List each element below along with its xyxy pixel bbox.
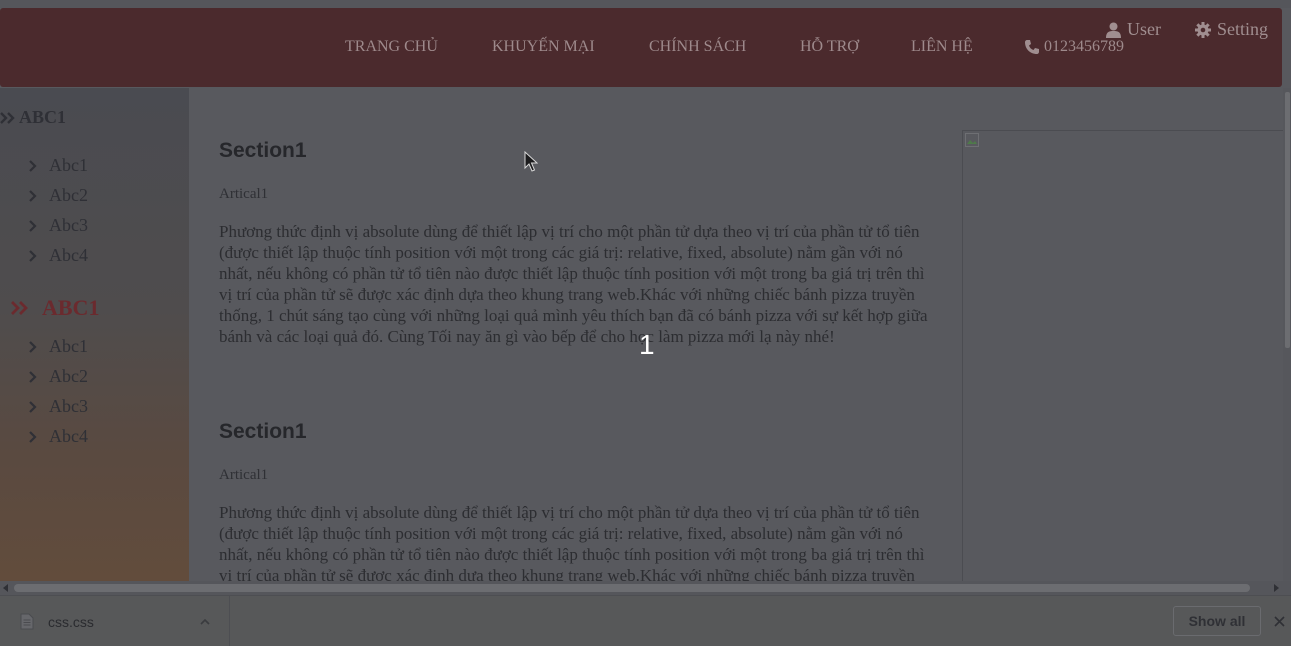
sidebar-item[interactable]: Abc3 (29, 215, 88, 236)
vertical-scrollbar-thumb[interactable] (1285, 92, 1290, 348)
nav-phone[interactable]: 0123456789 (1024, 38, 1124, 56)
right-aside (962, 130, 1283, 581)
chevron-right-icon (29, 340, 37, 353)
show-all-button[interactable]: Show all (1173, 606, 1261, 636)
section-title: Section1 (219, 139, 307, 162)
article-title: Artical1 (219, 186, 269, 202)
section-title: Section1 (219, 420, 307, 443)
chevron-right-icon (29, 159, 37, 172)
sidebar-item[interactable]: Abc4 (29, 426, 88, 447)
nav-lien-he[interactable]: LIÊN HỆ (911, 38, 973, 56)
site-header: TRANG CHỦ KHUYẾN MẠI CHÍNH SÁCH HỖ TRỢ L… (0, 8, 1282, 87)
sidebar-item[interactable]: Abc3 (29, 396, 88, 417)
horizontal-scrollbar-thumb[interactable] (14, 584, 1250, 592)
nav-khuyen-mai[interactable]: KHUYẾN MẠI (492, 38, 595, 56)
chevron-right-icon (29, 400, 37, 413)
sidebar-item[interactable]: Abc1 (29, 155, 88, 176)
nav-chinh-sach[interactable]: CHÍNH SÁCH (649, 38, 746, 56)
chevron-right-icon (29, 430, 37, 443)
sidebar-item[interactable]: Abc2 (29, 366, 88, 387)
overlay-step-number: 1 (639, 329, 655, 360)
article-text: Phương thức định vị absolute dùng để thi… (219, 503, 925, 581)
browser-top-strip (0, 0, 1291, 8)
file-icon (20, 613, 34, 630)
scroll-right-arrow-icon[interactable] (1272, 584, 1280, 592)
mouse-cursor-icon (524, 151, 538, 172)
chevron-right-icon (29, 189, 37, 202)
sidebar-group-title-active[interactable]: ABC1 (10, 295, 99, 321)
main-content: Section1 Artical1 Phương thức định vị ab… (189, 88, 962, 581)
chevron-up-icon[interactable] (200, 618, 210, 625)
sidebar-group-title[interactable]: ABC1 (0, 107, 66, 128)
user-link[interactable]: User (1106, 19, 1161, 40)
phone-number: 0123456789 (1044, 38, 1124, 55)
sidebar-item[interactable]: Abc4 (29, 245, 88, 266)
phone-icon (1025, 40, 1039, 54)
article-title: Artical1 (219, 467, 269, 483)
chevron-right-icon (29, 249, 37, 262)
article-text: Phương thức định vị absolute dùng để thi… (219, 222, 928, 346)
gear-icon (1195, 21, 1211, 38)
setting-label: Setting (1217, 19, 1269, 39)
sidebar-item[interactable]: Abc1 (29, 336, 88, 357)
chevron-right-icon (29, 219, 37, 232)
chevron-right-icon (29, 370, 37, 383)
double-chevron-right-icon (11, 301, 28, 315)
nav-ho-tro[interactable]: HỖ TRỢ (800, 38, 859, 56)
sidebar-item[interactable]: Abc2 (29, 185, 88, 206)
user-label: User (1127, 19, 1161, 39)
nav-trang-chu[interactable]: TRANG CHỦ (345, 38, 438, 56)
close-icon[interactable] (1274, 616, 1285, 627)
user-icon (1106, 22, 1121, 38)
setting-link[interactable]: Setting (1195, 19, 1268, 40)
broken-image-icon (965, 133, 979, 147)
double-chevron-right-icon (0, 111, 15, 124)
download-item[interactable]: css.css (0, 596, 230, 646)
download-bar: css.css Show all (0, 595, 1291, 646)
scroll-left-arrow-icon[interactable] (2, 584, 10, 592)
download-file-name: css.css (48, 614, 94, 630)
sidebar: ABC1 Abc1 Abc2 Abc3 Abc4 ABC1 Abc1 Abc2 … (0, 88, 189, 581)
